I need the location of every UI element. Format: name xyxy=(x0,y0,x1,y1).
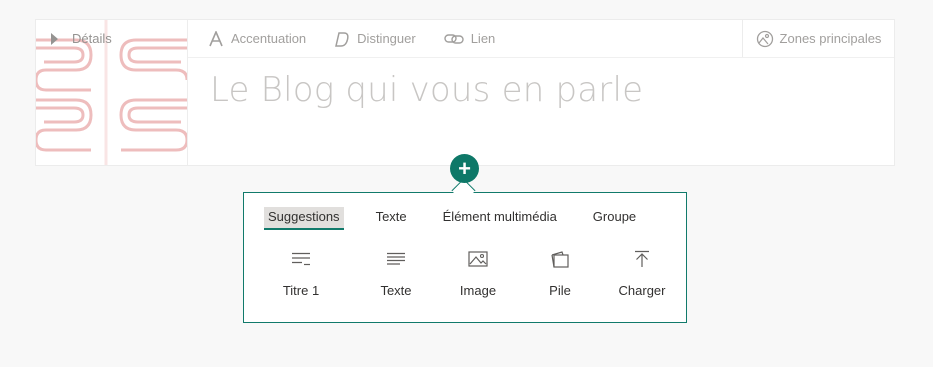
panel-tabs: Suggestions Texte Élément multimédia Gro… xyxy=(264,207,668,230)
text-toolbar: Accentuation Distinguer Lien Zones princ… xyxy=(188,20,894,58)
page-title[interactable]: Le Blog qui vous en parle xyxy=(210,70,643,110)
text-icon xyxy=(386,249,406,269)
add-webpart-panel: Suggestions Texte Élément multimédia Gro… xyxy=(243,192,687,323)
webpart-text[interactable]: Texte xyxy=(355,249,437,298)
header-thumbnail: Détails xyxy=(36,20,188,165)
webpart-label: Texte xyxy=(380,283,412,298)
webpart-upload[interactable]: Charger xyxy=(601,249,683,298)
caret-right-icon xyxy=(51,32,58,45)
plus-icon: + xyxy=(458,155,471,181)
webpart-list: Titre 1 Texte Image Pile Charger xyxy=(244,249,686,298)
link-icon xyxy=(444,33,464,45)
page-header-card: Détails Accentuation Distinguer Lien Zon… xyxy=(35,19,895,166)
webpart-label: Titre 1 xyxy=(282,283,320,298)
webpart-label: Charger xyxy=(618,283,666,298)
stack-icon xyxy=(550,249,570,269)
focus-image-icon xyxy=(756,30,774,48)
webpart-heading[interactable]: Titre 1 xyxy=(260,249,342,298)
tab-suggestions[interactable]: Suggestions xyxy=(264,207,344,230)
webpart-label: Pile xyxy=(549,283,571,298)
upload-icon xyxy=(633,249,651,269)
tab-group[interactable]: Groupe xyxy=(589,207,640,230)
webpart-image[interactable]: Image xyxy=(437,249,519,298)
details-toggle[interactable]: Détails xyxy=(51,31,112,46)
tab-text[interactable]: Texte xyxy=(372,207,411,230)
tab-media[interactable]: Élément multimédia xyxy=(439,207,561,230)
focal-zones-label: Zones principales xyxy=(779,31,882,46)
distinguish-button[interactable]: Distinguer xyxy=(334,31,416,47)
webpart-label: Image xyxy=(459,283,497,298)
distinguish-label: Distinguer xyxy=(357,31,416,46)
link-button[interactable]: Lien xyxy=(444,31,496,46)
heading-icon xyxy=(291,249,311,269)
webpart-stack[interactable]: Pile xyxy=(519,249,601,298)
image-icon xyxy=(468,249,488,269)
link-label: Lien xyxy=(470,31,496,46)
focal-zones-button[interactable]: Zones principales xyxy=(742,20,894,57)
add-section-button[interactable]: + xyxy=(450,154,479,183)
accent-icon xyxy=(208,30,224,47)
accent-label: Accentuation xyxy=(231,31,307,46)
italic-d-icon xyxy=(334,31,350,47)
details-label: Détails xyxy=(72,31,112,46)
accent-button[interactable]: Accentuation xyxy=(208,30,307,47)
